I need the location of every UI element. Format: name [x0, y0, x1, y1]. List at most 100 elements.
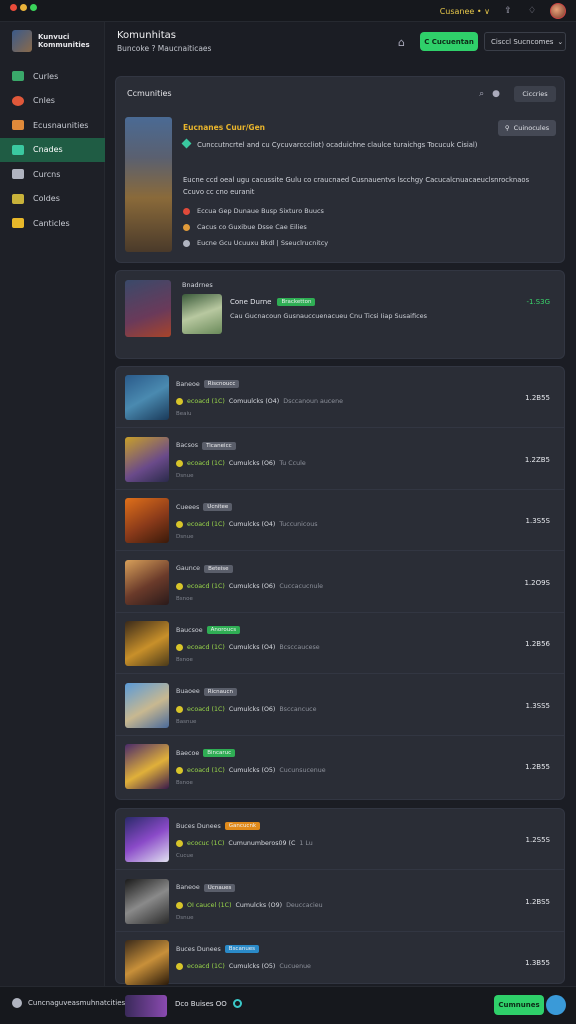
featured-card[interactable]: Bnadrnes Cone Durne Bracketton Cau Gucna…	[115, 270, 565, 359]
sidebar-item-ecusnaunities[interactable]: Ecusnaunities	[0, 113, 105, 138]
minimize-window-dot[interactable]	[20, 4, 27, 11]
list-item[interactable]: Buces Dunees Bscanues ecoacd (1C) Cumulcks …	[116, 932, 564, 993]
trophy-icon	[12, 193, 24, 204]
rating-icon	[176, 398, 183, 405]
game-thumbnail	[125, 498, 169, 543]
list-item-meta: ecoacd (1C) Cumulcks (O6) Bsccancuce	[176, 705, 317, 713]
list-item-sub: Basnue	[176, 718, 197, 725]
sort-select-value: Cisccl Sucncomes	[491, 37, 554, 46]
sidebar-item-curcns[interactable]: Curcns	[0, 162, 105, 187]
list-item-price: 1.2BS5	[525, 897, 550, 906]
community-list-secondary: Buces Dunees Gancucnk ecocuc (1C) Cumunumbe…	[115, 808, 565, 985]
hero-image[interactable]	[125, 117, 172, 252]
game-thumbnail	[125, 744, 169, 789]
gem-icon	[181, 138, 192, 149]
list-item[interactable]: Cueees Ucnitee ecoacd (1C) Cumulcks (O4) Tuc…	[116, 490, 564, 551]
sort-select[interactable]: Cisccl Sucncomes ⌄	[484, 32, 566, 51]
share-icon[interactable]: ⇪	[502, 5, 514, 17]
featured-label: Bnadrnes	[182, 281, 213, 289]
list-item-meta: ecoacd (1C) Cumulcks (O5) Cucuenue	[176, 963, 311, 970]
status-badge: Bracketton	[277, 298, 316, 306]
sync-icon[interactable]	[232, 999, 242, 1008]
featured-thumbnail	[182, 294, 222, 334]
filter-button[interactable]: Ciccries	[514, 86, 556, 102]
sidebar-item-label: Ecusnaunities	[33, 120, 89, 130]
list-item-meta: OI caucel (1C) Cumulcks (O9) Deuccacieu	[176, 901, 323, 909]
settings-icon[interactable]: ●	[492, 89, 500, 99]
list-item[interactable]: Baneoe Riscnoucc ecoacd (1C) Comuulcks (O4)…	[116, 367, 564, 428]
star-icon	[12, 218, 24, 229]
list-item-name: Buaoee Ricnaucn	[176, 687, 238, 696]
list-item-name: Buces Dunees Gancucnk	[176, 822, 261, 830]
avatar[interactable]	[550, 3, 566, 19]
list-item-name: Cueees Ucnitee	[176, 503, 233, 511]
sidebar-nav: Curles Cnles Ecusnaunities Cnades Curcns…	[0, 64, 105, 236]
list-item[interactable]: Bacsos Ticaneicc ecoacd (1C) Cumulcks (O6) T…	[116, 429, 564, 490]
community-list: Baneoe Riscnoucc ecoacd (1C) Comuulcks (O4)…	[115, 366, 565, 800]
rating-icon	[176, 901, 183, 909]
game-thumbnail	[125, 559, 169, 605]
status-badge: Beteise	[204, 564, 233, 573]
sidebar-item-coldes[interactable]: Coldes	[0, 187, 105, 212]
list-item-price: 1.2B55	[525, 763, 550, 771]
list-item[interactable]: Buces Dunees Gancucnk ecocuc (1C) Cumunumbe…	[116, 809, 564, 870]
hero-bullet: Cacus co Guxibue Dsse Cae Eilies	[183, 223, 307, 231]
shield-icon	[183, 207, 190, 215]
window-controls	[10, 4, 37, 11]
sidebar-item-cnades[interactable]: Cnades	[0, 137, 105, 162]
now-playing-thumbnail[interactable]	[125, 995, 167, 1017]
card-title: Ccmunities	[127, 89, 172, 98]
list-item-meta: ecocuc (1C) Cumunumberos09 (C 1 Lu	[176, 840, 313, 847]
list-item[interactable]: Gaunce Beteise ecoacd (1C) Cumulcks (O6) Cuc…	[116, 552, 564, 613]
search-icon[interactable]: ⌕	[479, 89, 484, 99]
list-item-price: 1.2B55	[525, 394, 550, 402]
list-item-price: 1.2ZB5	[524, 455, 550, 464]
sidebar-item-label: Canticles	[33, 218, 70, 228]
chart-icon	[12, 144, 24, 155]
join-button[interactable]: Cumnunes	[494, 995, 544, 1015]
hero-tag: Eucnanes Cuur/Gen	[183, 123, 266, 132]
list-item-name: Baneoe Riscnoucc	[176, 380, 240, 388]
brand[interactable]: Kunvuci Kommunities	[12, 30, 90, 52]
share-button[interactable]: ⚲ Cuinocules	[498, 120, 556, 136]
list-item-price: 1.2B56	[525, 640, 550, 648]
list-item[interactable]: Baneoe Ucnaues OI caucel (1C) Cumulcks (O9)…	[116, 871, 564, 932]
game-thumbnail	[125, 878, 169, 924]
featured-price: -1.S3G	[526, 298, 550, 306]
rating-icon	[176, 459, 183, 467]
rating-icon	[176, 840, 183, 847]
coin-icon	[183, 223, 190, 231]
primary-action-button[interactable]: C Cucuentan	[420, 32, 478, 51]
maximize-window-dot[interactable]	[30, 4, 37, 11]
game-thumbnail	[125, 375, 169, 420]
game-thumbnail	[125, 621, 169, 666]
sidebar-item-label: Cnades	[33, 145, 63, 155]
rating-icon	[176, 767, 183, 774]
featured-cover-image	[125, 280, 171, 337]
list-item[interactable]: Baecoe Bincaruc ecoacd (1C) Cumulcks (O5) Cu…	[116, 736, 564, 797]
list-item-name: Baucsoe Anoroucs	[176, 626, 241, 634]
sidebar-item-canticles[interactable]: Canticles	[0, 211, 105, 236]
list-item-sub: Bsnoe	[176, 595, 193, 602]
list-item[interactable]: Buaoee Ricnaucn ecoacd (1C) Cumulcks (O6) Bs…	[116, 675, 564, 736]
bell-icon[interactable]: ♢	[526, 5, 538, 17]
fire-icon	[12, 95, 24, 106]
sidebar: Kunvuci Kommunities Curles Cnles Ecusnau…	[0, 22, 105, 986]
chat-icon[interactable]	[546, 995, 566, 1015]
list-item-sub: Beaiu	[176, 411, 192, 417]
home-icon[interactable]: ⌂	[398, 36, 410, 49]
list-item-price: 1.3SS5	[525, 701, 550, 710]
close-window-dot[interactable]	[10, 4, 17, 11]
game-thumbnail	[125, 817, 169, 862]
sidebar-item-cnles[interactable]: Cnles	[0, 89, 105, 114]
bottom-bar-user[interactable]: Cuncnaguveasmuhnatcities	[12, 998, 125, 1008]
sidebar-item-curles[interactable]: Curles	[0, 64, 105, 89]
list-item[interactable]: Baucsoe Anoroucs ecoacd (1C) Cumulcks (O4) B…	[116, 613, 564, 674]
rating-icon	[176, 705, 183, 713]
list-item-meta: ecoacd (1C) Cumulcks (O5) Cucunsucenue	[176, 767, 326, 774]
status-badge: Ticaneicc	[202, 441, 236, 450]
bottom-bar: Cuncnaguveasmuhnatcities Dco Buises OO C…	[0, 986, 576, 1024]
hero-description-line: Cunccutncrtel and cu Cycuvarcccliot) oca…	[181, 138, 477, 149]
account-dropdown[interactable]: Cusanee • ∨	[440, 7, 490, 16]
list-item-price: 1.3S5S	[525, 517, 550, 525]
